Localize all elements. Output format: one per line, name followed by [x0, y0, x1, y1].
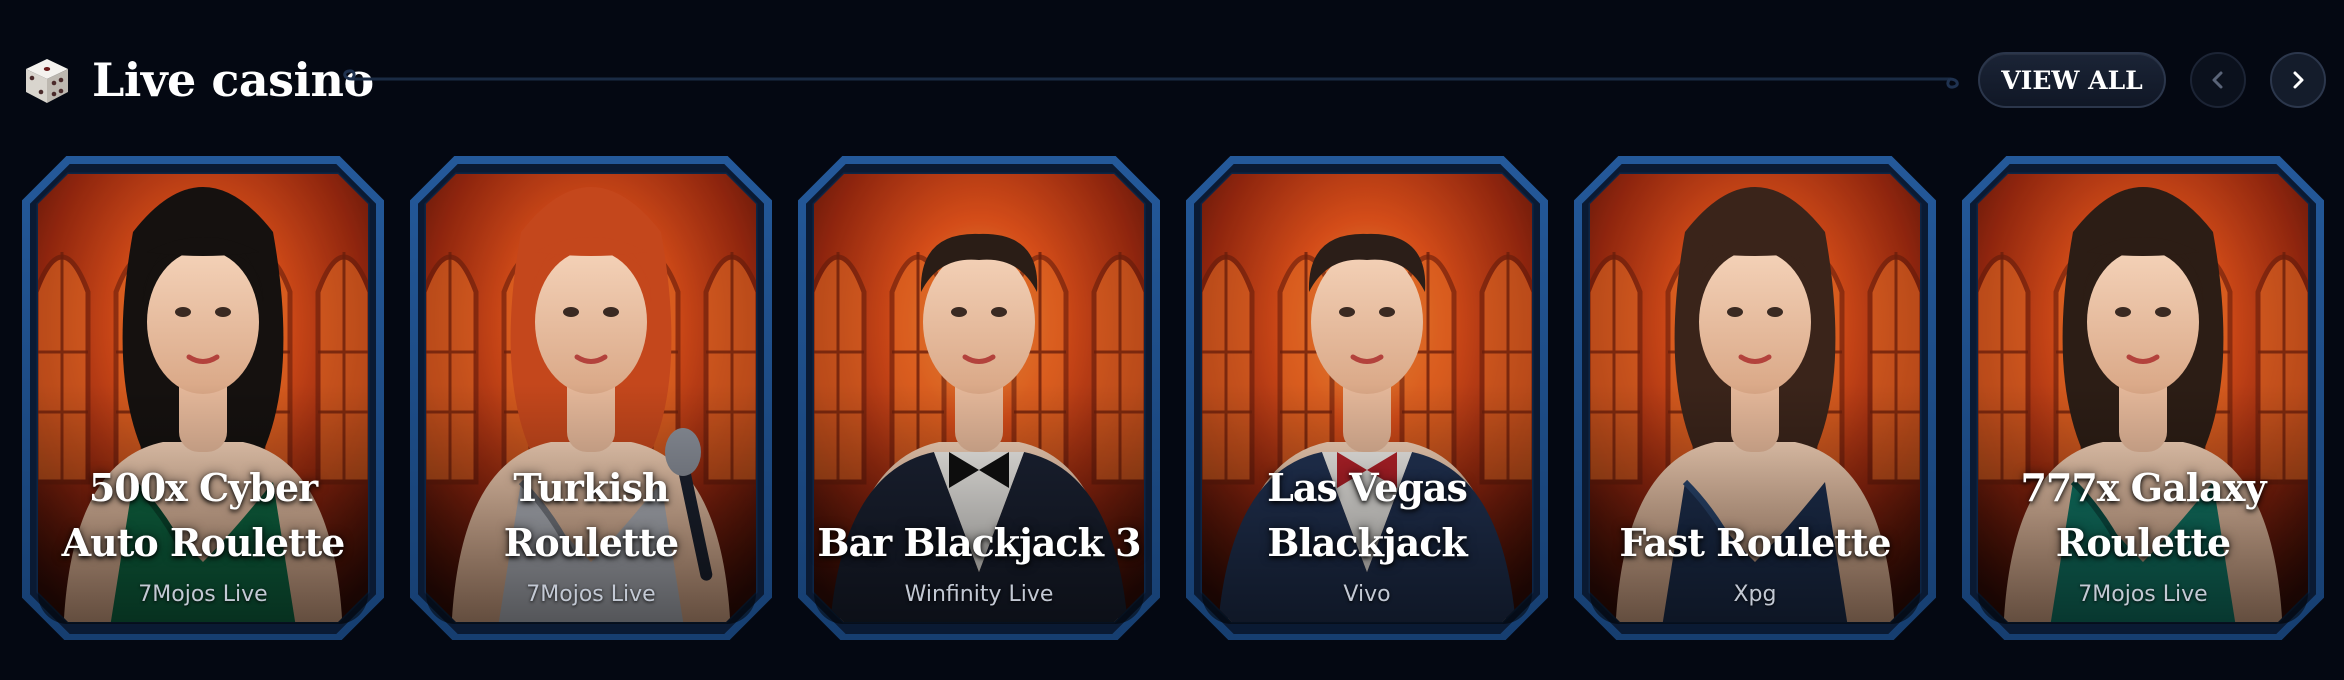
section-header: Live casino VIEW ALL [0, 0, 2344, 160]
game-provider: Vivo [1343, 582, 1391, 607]
game-provider: 7Mojos Live [2078, 582, 2208, 607]
section-title: Live casino [92, 53, 374, 107]
game-title-line-1: 500x Cyber [88, 465, 318, 510]
game-title-line-1: 777x Galaxy [2020, 465, 2266, 510]
game-title-line-2: Turkish Roulette [503, 465, 679, 565]
game-title-line-2: Bar Blackjack 3 [817, 520, 1141, 565]
game-title-line-2: Roulette [2055, 520, 2231, 565]
game-card[interactable]: Las Vegas Blackjack Vivo [1186, 152, 1548, 640]
game-card[interactable]: 500x Cyber Auto Roulette 7Mojos Live [22, 152, 384, 640]
game-card[interactable]: Turkish Roulette 7Mojos Live [410, 152, 772, 640]
header-divider [343, 69, 1959, 89]
game-title: Bar Blackjack 3 [814, 452, 1144, 570]
game-provider: 7Mojos Live [526, 582, 656, 607]
game-card[interactable]: Fast Roulette Xpg [1574, 152, 1936, 640]
game-provider: Winfinity Live [904, 582, 1054, 607]
carousel-next-button[interactable] [2270, 52, 2326, 108]
carousel-prev-button[interactable] [2190, 52, 2246, 108]
dice-icon [26, 59, 68, 103]
chevron-left-icon [2212, 71, 2223, 89]
game-provider: Xpg [1733, 582, 1777, 607]
game-title: Fast Roulette [1590, 452, 1920, 570]
game-title: Turkish Roulette [426, 452, 756, 570]
chevron-right-icon [2293, 71, 2304, 89]
game-title-line-2: Fast Roulette [1619, 520, 1891, 565]
game-card[interactable]: Bar Blackjack 3 Winfinity Live [798, 152, 1160, 640]
game-title: 500x Cyber Auto Roulette [38, 452, 368, 570]
game-title-line-2: Blackjack [1267, 520, 1467, 565]
game-provider: 7Mojos Live [138, 582, 268, 607]
game-card[interactable]: 777x Galaxy Roulette 7Mojos Live [1962, 152, 2324, 640]
view-all-button[interactable]: VIEW ALL [1978, 52, 2166, 108]
game-title: Las Vegas Blackjack [1202, 452, 1532, 570]
game-title: 777x Galaxy Roulette [1978, 452, 2308, 570]
game-title-line-2: Auto Roulette [61, 520, 346, 565]
game-title-line-1: Las Vegas [1267, 465, 1468, 510]
